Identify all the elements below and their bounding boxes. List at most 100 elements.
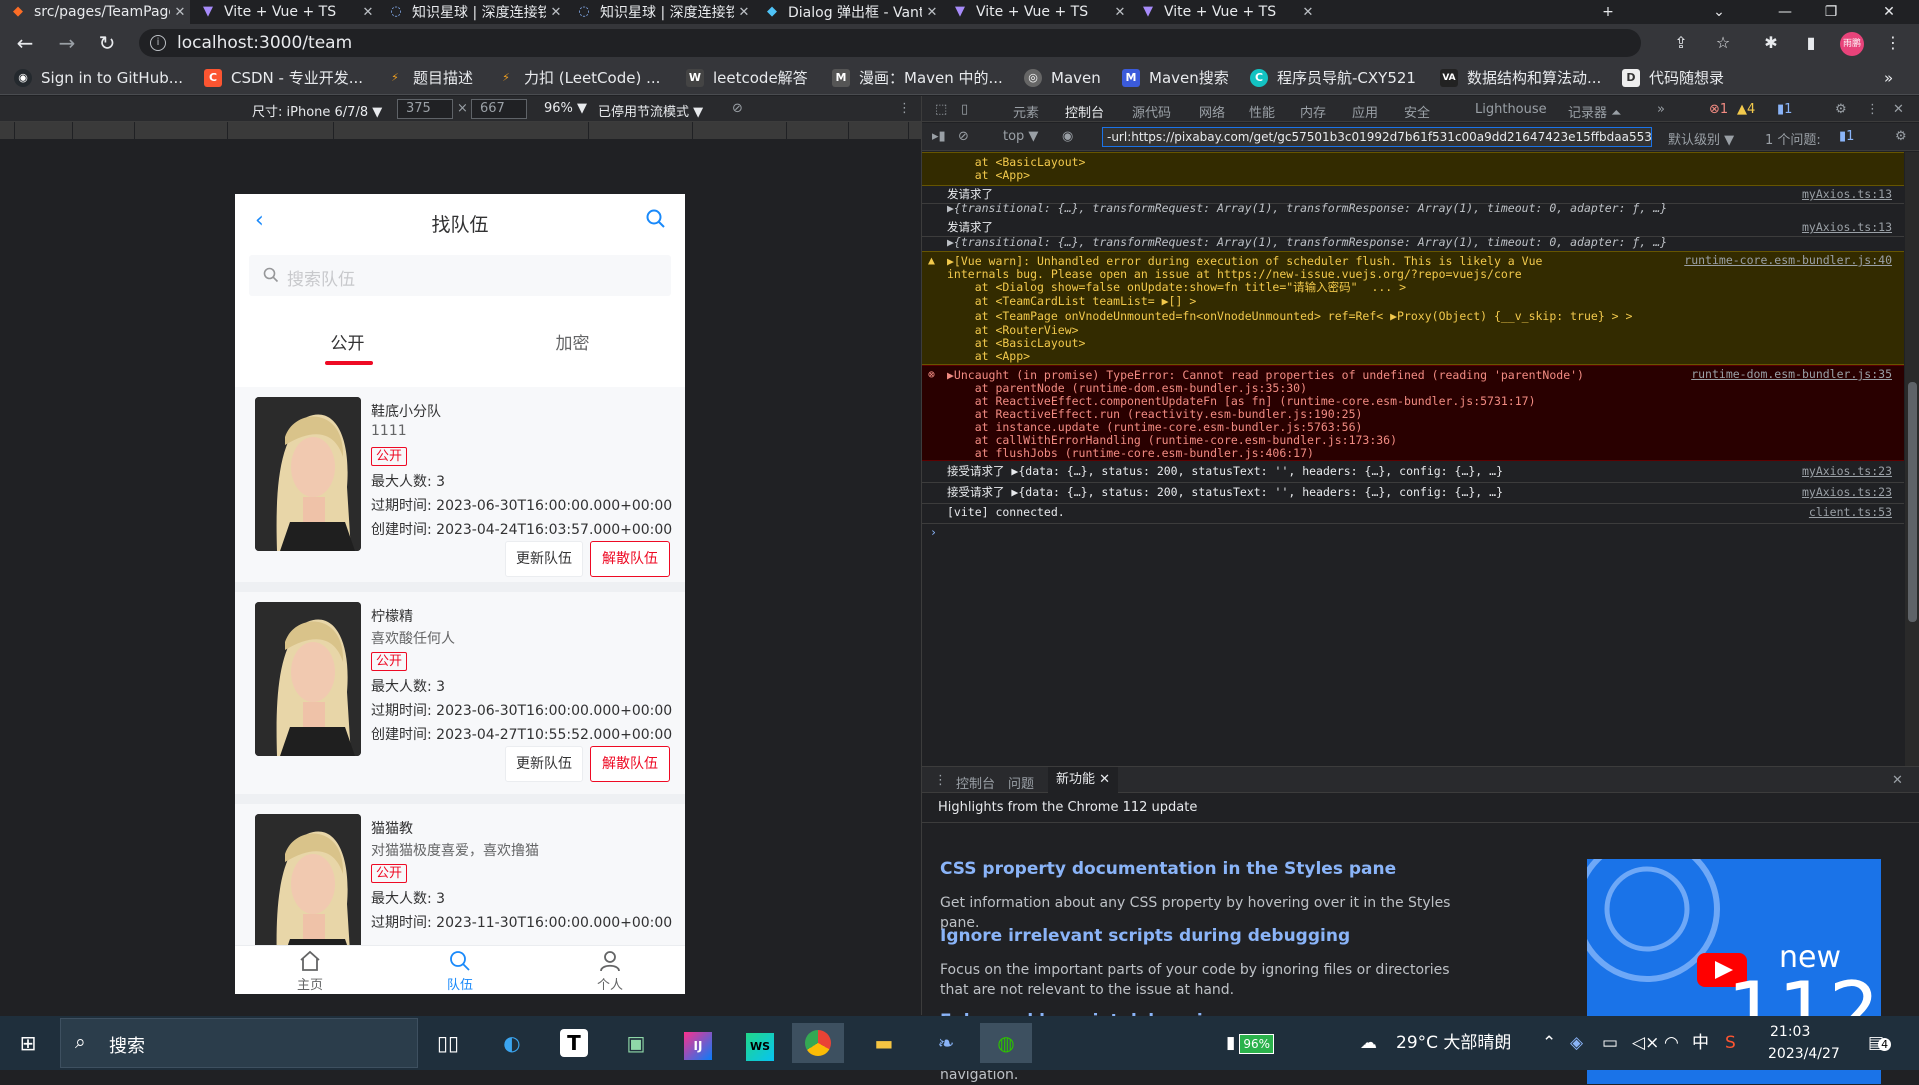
webstorm-icon[interactable]: WS: [740, 1023, 780, 1063]
devtools-tab[interactable]: 记录器 ⏶: [1568, 102, 1622, 121]
tabbar-home[interactable]: 主页: [235, 950, 385, 993]
update-team-button[interactable]: 更新队伍: [505, 541, 583, 577]
tab-search-icon[interactable]: ⌄: [1696, 0, 1742, 24]
scrollbar-thumb[interactable]: [1908, 382, 1917, 622]
device-width-input[interactable]: 375: [397, 99, 453, 119]
intellij-icon[interactable]: IJ: [678, 1023, 718, 1063]
close-icon[interactable]: ✕: [922, 5, 942, 20]
bookmark-item[interactable]: VA 数据结构和算法动...: [1440, 60, 1601, 95]
app-window-icon[interactable]: ▣: [616, 1023, 656, 1063]
error-count-badge[interactable]: ⊗1: [1709, 102, 1728, 117]
close-icon[interactable]: ✕: [546, 5, 566, 20]
issues-count-badge[interactable]: ▮1: [1777, 102, 1792, 117]
ime-indicator[interactable]: 中: [1692, 1016, 1709, 1070]
sidebar-toggle-icon[interactable]: ▸▮: [932, 129, 946, 144]
bookmark-item[interactable]: C CSDN - 专业开发...: [204, 60, 363, 95]
security-icon[interactable]: ◈: [1570, 1016, 1583, 1070]
weather-text[interactable]: 29°C 大部晴朗: [1396, 1016, 1511, 1070]
zoom-select[interactable]: 96% ▼: [544, 101, 587, 116]
rotate-icon[interactable]: ⊘: [732, 101, 743, 116]
forward-icon[interactable]: →: [54, 30, 80, 56]
console-source-link[interactable]: myAxios.ts:23: [1802, 484, 1892, 500]
sidepanel-icon[interactable]: ▮: [1800, 32, 1822, 54]
close-icon[interactable]: ✕: [734, 5, 754, 20]
console-filter-input[interactable]: -url:https://pixabay.com/get/gc57501b3c0…: [1102, 127, 1652, 147]
console-text[interactable]: 接受请求了 ▶{data: {…}, status: 200, statusTe…: [947, 464, 1503, 478]
disband-team-button[interactable]: 解散队伍: [590, 746, 670, 782]
network-icon[interactable]: ▭: [1602, 1016, 1618, 1070]
bookmark-item[interactable]: ◎ Maven: [1024, 60, 1101, 95]
app-icon[interactable]: ❧: [926, 1023, 966, 1063]
tab-secret[interactable]: 加密: [460, 329, 685, 354]
browser-tab[interactable]: ◌ 知识星球 | 深度连接铁 ✕: [566, 0, 754, 24]
battery-indicator[interactable]: ▮ 96%: [1226, 1016, 1275, 1070]
drawer-tab-active[interactable]: 新功能 ✕: [1048, 767, 1119, 793]
browser-tab[interactable]: ▼ Vite + Vue + TS ✕: [190, 0, 378, 24]
device-select[interactable]: 尺寸: iPhone 6/7/8 ▼: [252, 101, 382, 120]
address-bar[interactable]: i localhost:3000/team: [139, 29, 1641, 57]
browser-tab[interactable]: ◆ src/pages/TeamPage ✕: [0, 0, 190, 24]
chrome-icon[interactable]: [792, 1023, 844, 1063]
warning-count-badge[interactable]: ▲4: [1737, 102, 1755, 117]
share-icon[interactable]: ⇪: [1670, 32, 1692, 54]
disband-team-button[interactable]: 解散队伍: [590, 541, 670, 577]
wechat-icon[interactable]: ◍: [980, 1023, 1032, 1063]
devtools-tab[interactable]: 内存: [1300, 102, 1326, 121]
typora-icon[interactable]: T: [554, 1023, 594, 1063]
notification-icon[interactable]: ▤4: [1868, 1016, 1892, 1070]
bookmark-item[interactable]: ⚡ 力扣 (LeetCode) ...: [497, 60, 660, 95]
clock-date[interactable]: 2023/4/27: [1768, 1044, 1840, 1064]
console-text[interactable]: 接受请求了 ▶{data: {…}, status: 200, statusTe…: [947, 485, 1503, 499]
minimize-icon[interactable]: —: [1762, 0, 1808, 24]
issues-label[interactable]: 1 个问题:: [1765, 129, 1821, 148]
bookmark-item[interactable]: C 程序员导航-CXY521: [1250, 60, 1416, 95]
browser-tab[interactable]: ▼ Vite + Vue + TS ✕: [942, 0, 1130, 24]
console-prompt[interactable]: ›: [922, 524, 1904, 540]
tab-public[interactable]: 公开: [235, 329, 460, 354]
volume-icon[interactable]: ◁×: [1632, 1016, 1659, 1070]
console-object[interactable]: ▶{transitional: {…}, transformRequest: A…: [922, 234, 1904, 250]
console-source-link[interactable]: myAxios.ts:13: [1802, 219, 1892, 235]
new-tab-icon[interactable]: +: [1585, 0, 1631, 24]
wifi-icon[interactable]: ◠: [1664, 1016, 1679, 1070]
browser-tab[interactable]: ◆ Dialog 弹出框 - Vant ✕: [754, 0, 942, 24]
close-drawer-icon[interactable]: ✕: [1892, 773, 1903, 788]
context-select[interactable]: top ▼: [1003, 129, 1038, 144]
extensions-icon[interactable]: ✱: [1760, 32, 1782, 54]
search-icon[interactable]: [645, 208, 667, 230]
tabbar-user[interactable]: 个人: [535, 950, 685, 993]
close-icon[interactable]: ✕: [1298, 5, 1318, 20]
devtools-tab[interactable]: 源代码: [1132, 102, 1171, 121]
bookmark-star-icon[interactable]: ☆: [1712, 32, 1734, 54]
windows-start-icon[interactable]: ⊞: [8, 1023, 48, 1063]
settings-gear-icon[interactable]: ⚙: [1835, 102, 1847, 117]
clear-console-icon[interactable]: ⊘: [958, 129, 969, 144]
edge-icon[interactable]: ◐: [492, 1023, 532, 1063]
console-object[interactable]: ▶{transitional: {…}, transformRequest: A…: [922, 200, 1904, 216]
file-explorer-icon[interactable]: ▬: [864, 1023, 904, 1063]
bookmark-item[interactable]: ◉ Sign in to GitHub...: [14, 60, 183, 95]
bookmark-item[interactable]: M 漫画：Maven 中的...: [832, 60, 1003, 95]
console-source-link[interactable]: client.ts:53: [1809, 504, 1892, 520]
throttle-select[interactable]: 已停用节流模式 ▼: [598, 101, 703, 120]
browser-tab[interactable]: ◌ 知识星球 | 深度连接铁 ✕: [378, 0, 566, 24]
bookmark-item[interactable]: D 代码随想录: [1622, 60, 1724, 95]
console-source-link[interactable]: myAxios.ts:23: [1802, 463, 1892, 479]
close-icon[interactable]: ✕: [170, 5, 190, 20]
sogou-icon[interactable]: S: [1725, 1016, 1736, 1070]
devtools-tab[interactable]: Lighthouse: [1475, 102, 1547, 117]
devtools-tab[interactable]: 性能: [1249, 102, 1275, 121]
close-icon[interactable]: ✕: [358, 5, 378, 20]
update-team-button[interactable]: 更新队伍: [505, 746, 583, 782]
feature-title[interactable]: Ignore irrelevant scripts during debuggi…: [940, 926, 1350, 946]
device-height-input[interactable]: 667: [471, 99, 527, 119]
bookmark-item[interactable]: ⚡ 题目描述: [386, 60, 473, 95]
issues-badge[interactable]: ▮1: [1839, 129, 1854, 144]
drawer-menu-icon[interactable]: ⋮: [934, 773, 947, 788]
console-settings-icon[interactable]: ⚙: [1895, 129, 1907, 144]
task-view-icon[interactable]: ▯▯: [428, 1023, 468, 1063]
console-scrollbar[interactable]: [1905, 152, 1919, 766]
bookmark-item[interactable]: Wleetcode解答: [686, 60, 808, 95]
feature-title[interactable]: CSS property documentation in the Styles…: [940, 859, 1396, 879]
bookmark-item[interactable]: M Maven搜索: [1122, 60, 1229, 95]
